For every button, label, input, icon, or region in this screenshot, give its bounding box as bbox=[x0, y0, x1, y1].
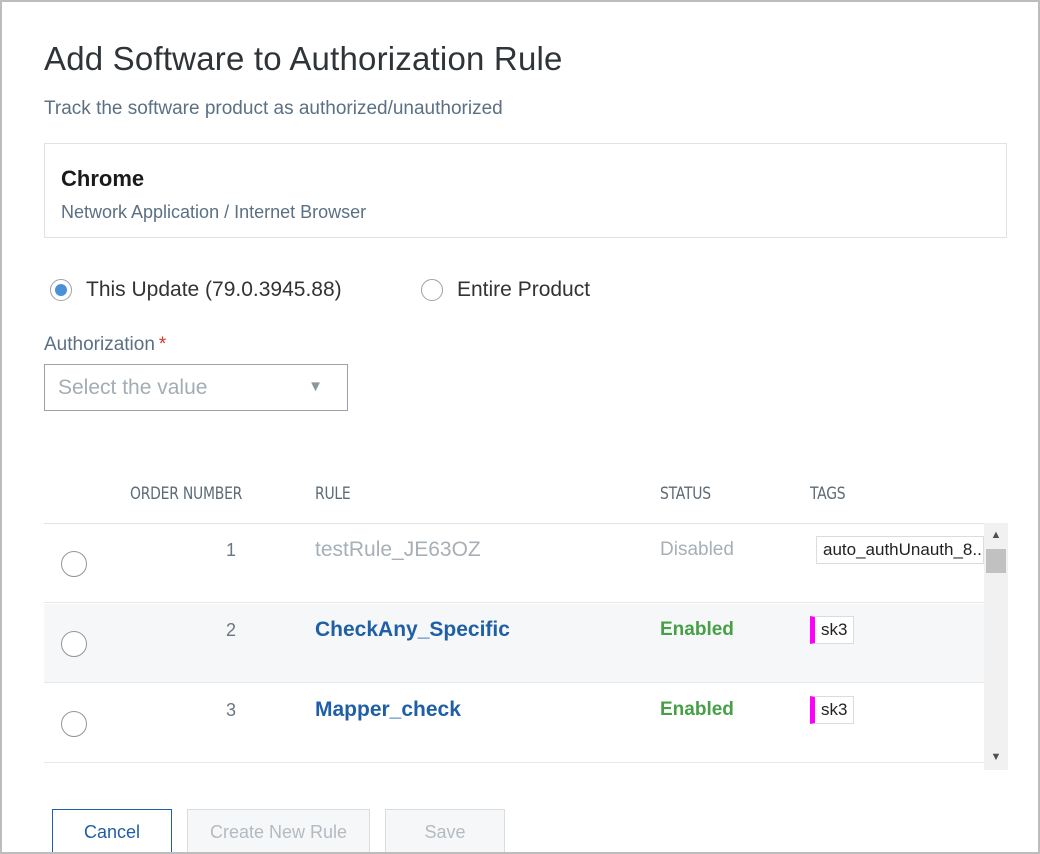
authorization-label: Authorization * bbox=[44, 334, 166, 356]
table-scrollbar[interactable]: ▲ ▼ bbox=[984, 523, 1008, 770]
radio-unchecked-icon[interactable] bbox=[421, 279, 443, 301]
product-card: Chrome Network Application / Internet Br… bbox=[44, 143, 1007, 238]
scroll-down-arrow-icon[interactable]: ▼ bbox=[984, 751, 1008, 763]
dialog-title: Add Software to Authorization Rule bbox=[44, 40, 563, 77]
row-tag: sk3 bbox=[810, 696, 855, 724]
save-button[interactable]: Save bbox=[385, 809, 505, 852]
rules-table-header: ORDER NUMBER RULE STATUS TAGS bbox=[2, 484, 1038, 514]
radio-checked-icon[interactable] bbox=[50, 279, 72, 301]
add-software-dialog: Add Software to Authorization Rule Track… bbox=[0, 0, 1040, 854]
radio-entire-product[interactable]: Entire Product bbox=[421, 277, 590, 303]
row-order-number: 3 bbox=[225, 700, 236, 720]
row-rule-name[interactable]: CheckAny_Specific bbox=[315, 618, 510, 642]
rules-table-body: 1 testRule_JE63OZ Disabled auto_authUnau… bbox=[44, 523, 1008, 771]
scrollbar-thumb[interactable] bbox=[986, 549, 1006, 573]
scroll-up-arrow-icon[interactable]: ▲ bbox=[984, 529, 1008, 541]
row-radio[interactable] bbox=[61, 631, 87, 657]
authorization-label-text: Authorization bbox=[44, 334, 155, 355]
table-row[interactable]: 1 testRule_JE63OZ Disabled auto_authUnau… bbox=[44, 524, 984, 603]
row-rule-name: testRule_JE63OZ bbox=[315, 538, 481, 561]
column-header-order-number[interactable]: ORDER NUMBER bbox=[130, 484, 242, 504]
row-order-number: 1 bbox=[225, 540, 236, 560]
row-order-number: 2 bbox=[225, 620, 236, 640]
column-header-status[interactable]: STATUS bbox=[660, 484, 711, 504]
authorization-select-placeholder: Select the value bbox=[58, 376, 208, 399]
dialog-subtitle: Track the software product as authorized… bbox=[44, 98, 503, 119]
create-new-rule-button[interactable]: Create New Rule bbox=[187, 809, 370, 852]
radio-this-update-label: This Update (79.0.3945.88) bbox=[86, 278, 342, 301]
row-rule-name[interactable]: Mapper_check bbox=[315, 698, 461, 722]
cancel-button[interactable]: Cancel bbox=[52, 809, 172, 852]
table-row[interactable]: 2 CheckAny_Specific Enabled sk3 bbox=[44, 604, 984, 683]
product-category: Network Application / Internet Browser bbox=[61, 202, 367, 222]
row-status: Enabled bbox=[660, 699, 734, 720]
row-status: Enabled bbox=[660, 619, 734, 640]
column-header-rule[interactable]: RULE bbox=[315, 484, 351, 504]
authorization-select[interactable]: Select the value ▼ bbox=[44, 364, 348, 411]
row-radio[interactable] bbox=[61, 711, 87, 737]
row-radio[interactable] bbox=[61, 551, 87, 577]
product-name: Chrome bbox=[61, 166, 145, 191]
row-status: Disabled bbox=[660, 539, 734, 560]
required-marker: * bbox=[158, 334, 167, 355]
radio-this-update[interactable]: This Update (79.0.3945.88) bbox=[50, 277, 342, 303]
radio-entire-product-label: Entire Product bbox=[457, 278, 591, 301]
row-tag: sk3 bbox=[810, 616, 855, 644]
column-header-tags[interactable]: TAGS bbox=[810, 484, 846, 504]
row-tag: auto_authUnauth_8... bbox=[816, 536, 984, 564]
caret-down-icon: ▼ bbox=[308, 378, 323, 395]
table-row[interactable]: 3 Mapper_check Enabled sk3 bbox=[44, 684, 984, 763]
